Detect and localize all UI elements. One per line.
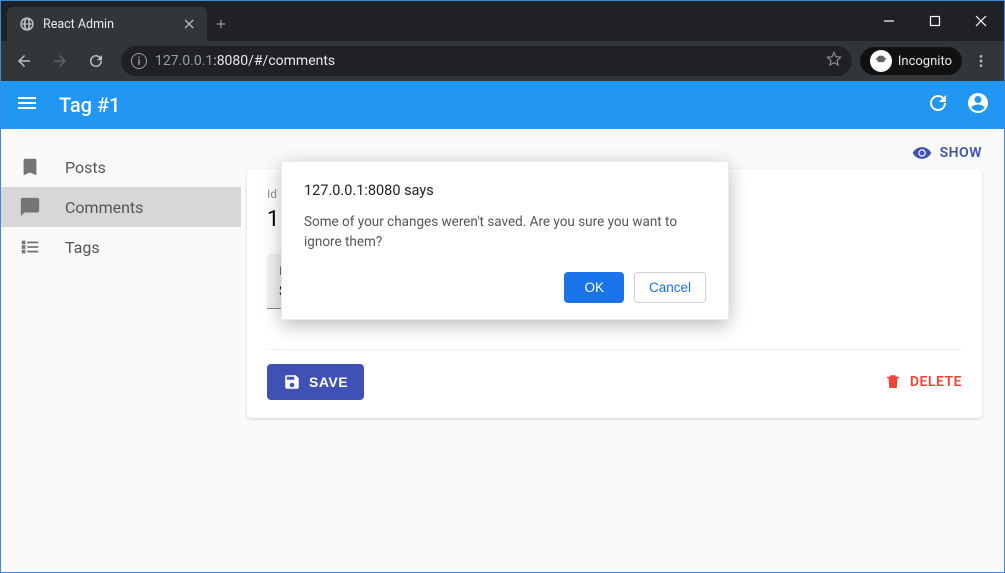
sidebar-item-posts[interactable]: Posts [1, 147, 241, 187]
trash-icon [884, 373, 902, 391]
sidebar-item-label: Posts [65, 158, 106, 177]
dialog-cancel-button[interactable]: Cancel [634, 272, 706, 303]
browser-toolbar: i 127.0.0.1:8080/#/comments Incognito [1, 41, 1004, 81]
save-label: SAVE [309, 374, 348, 390]
dialog-message: Some of your changes weren't saved. Are … [304, 213, 706, 252]
page-title: Tag #1 [59, 93, 120, 117]
new-tab-button[interactable] [207, 7, 235, 41]
save-button[interactable]: SAVE [267, 364, 364, 400]
browser-menu-button[interactable] [964, 46, 998, 76]
delete-label: DELETE [910, 374, 962, 390]
save-icon [283, 373, 301, 391]
profile-button[interactable] [966, 91, 990, 119]
tab-title: React Admin [43, 17, 114, 32]
delete-button[interactable]: DELETE [884, 373, 962, 391]
sidebar: Posts Comments Tags [1, 129, 241, 572]
forward-button[interactable] [43, 46, 77, 76]
titlebar: React Admin [1, 1, 1004, 41]
confirm-dialog: 127.0.0.1:8080 says Some of your changes… [281, 161, 729, 320]
drawer-toggle-button[interactable] [15, 91, 39, 119]
eye-icon [912, 143, 932, 163]
url-text: 127.0.0.1:8080/#/comments [155, 53, 335, 69]
show-label: SHOW [940, 145, 982, 161]
reload-button[interactable] [79, 46, 113, 76]
dialog-title: 127.0.0.1:8080 says [304, 182, 706, 199]
refresh-button[interactable] [926, 91, 950, 119]
browser-window: React Admin i 127.0.0.1:8080/#/comments [0, 0, 1005, 573]
incognito-badge: Incognito [860, 47, 962, 75]
bookmark-star-icon[interactable] [826, 51, 842, 71]
address-bar[interactable]: i 127.0.0.1:8080/#/comments [121, 46, 852, 76]
app-bar: Tag #1 [1, 81, 1004, 129]
dialog-actions: OK Cancel [304, 272, 706, 303]
window-controls [866, 1, 1004, 41]
plus-icon [214, 17, 228, 31]
show-button[interactable]: SHOW [912, 143, 982, 163]
sidebar-item-comments[interactable]: Comments [1, 187, 241, 227]
sidebar-item-label: Tags [65, 238, 100, 257]
card-actions: SAVE DELETE [267, 349, 962, 400]
back-button[interactable] [7, 46, 41, 76]
sidebar-item-label: Comments [65, 198, 143, 217]
close-window-button[interactable] [958, 1, 1004, 41]
incognito-icon [870, 50, 892, 72]
globe-icon [19, 16, 35, 32]
minimize-button[interactable] [866, 1, 912, 41]
react-admin-app: Tag #1 Posts Comments Tags [1, 81, 1004, 572]
bookmark-icon [19, 156, 41, 178]
chat-icon [19, 196, 41, 218]
site-info-icon[interactable]: i [131, 53, 147, 69]
incognito-label: Incognito [898, 54, 952, 69]
dialog-ok-button[interactable]: OK [564, 272, 624, 303]
browser-tab[interactable]: React Admin [7, 7, 207, 41]
close-icon[interactable] [183, 17, 197, 31]
maximize-button[interactable] [912, 1, 958, 41]
sidebar-item-tags[interactable]: Tags [1, 227, 241, 267]
list-icon [19, 236, 41, 258]
